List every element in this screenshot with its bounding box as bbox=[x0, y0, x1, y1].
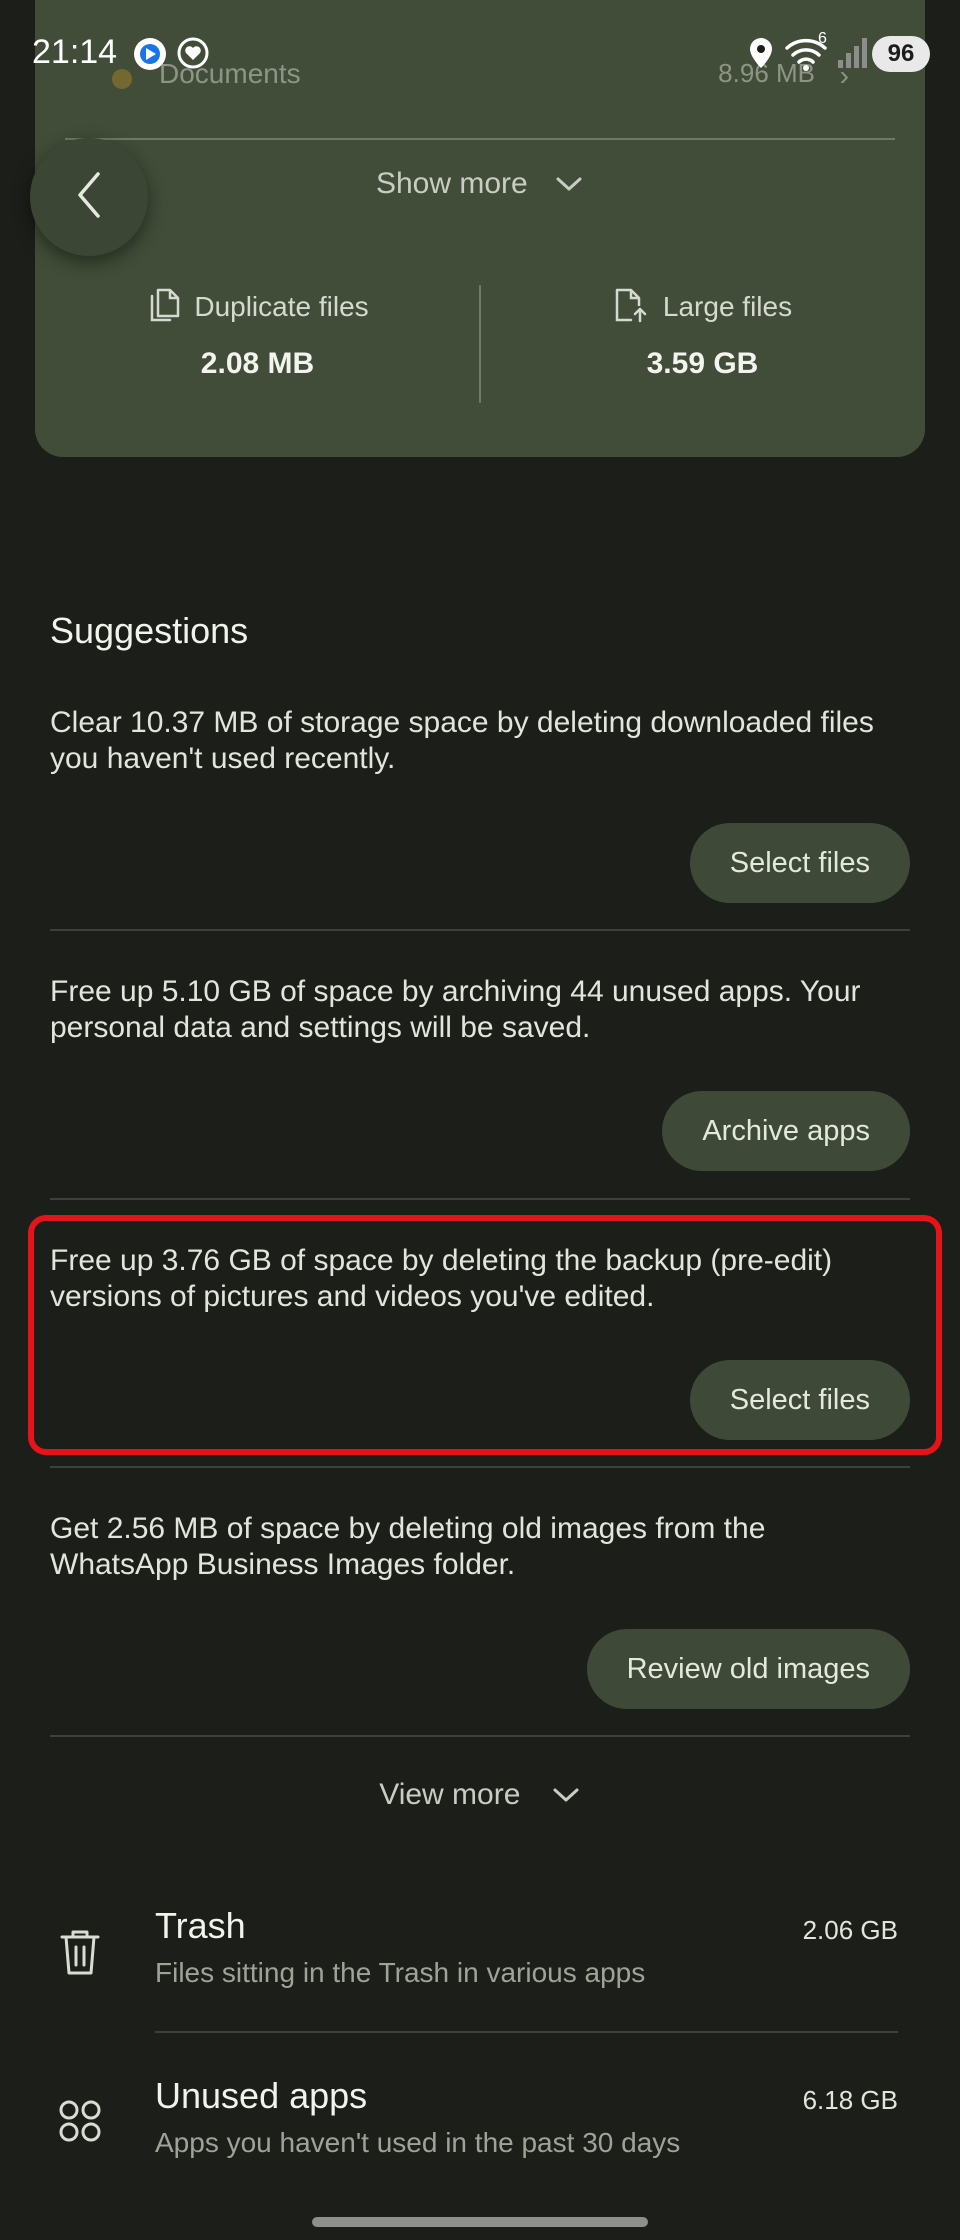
file-stats: Duplicate files 2.08 MB Large files 3.59… bbox=[35, 285, 925, 405]
trash-title: Trash bbox=[155, 1905, 246, 1946]
trash-icon bbox=[56, 1927, 104, 1975]
large-files-label: Large files bbox=[662, 291, 793, 322]
suggestions-title: Suggestions bbox=[50, 610, 249, 651]
show-more-button[interactable]: Show more bbox=[35, 167, 925, 202]
show-more-label: Show more bbox=[375, 167, 528, 200]
duplicate-files-icon bbox=[146, 286, 180, 329]
battery-indicator: 96 bbox=[872, 36, 930, 72]
duplicate-files-label: Duplicate files bbox=[194, 291, 369, 322]
duplicate-files-stat[interactable]: Duplicate files 2.08 MB bbox=[35, 285, 480, 405]
divider bbox=[50, 1466, 910, 1468]
large-files-stat[interactable]: Large files 3.59 GB bbox=[480, 285, 925, 405]
suggestion-text: Free up 5.10 GB of space by archiving 44… bbox=[50, 975, 861, 1044]
review-old-images-button[interactable]: Review old images bbox=[586, 1629, 910, 1709]
trash-row[interactable]: Trash Files sitting in the Trash in vari… bbox=[0, 1905, 960, 2035]
chevron-left-icon bbox=[74, 170, 104, 225]
home-indicator[interactable] bbox=[312, 2217, 648, 2227]
view-more-button[interactable]: View more bbox=[0, 1778, 960, 1813]
unused-apps-size: 6.18 GB bbox=[802, 2085, 898, 2115]
archive-apps-button[interactable]: Archive apps bbox=[662, 1091, 910, 1171]
divider bbox=[155, 2031, 898, 2033]
large-files-size: 3.59 GB bbox=[646, 347, 759, 380]
apps-icon bbox=[56, 2097, 104, 2145]
divider bbox=[50, 1735, 910, 1737]
status-time: 21:14 bbox=[32, 33, 118, 71]
location-icon bbox=[748, 36, 774, 75]
signal-icon bbox=[836, 36, 868, 75]
select-files-button[interactable]: Select files bbox=[689, 823, 910, 903]
divider bbox=[50, 929, 910, 931]
highlight-box bbox=[28, 1215, 942, 1455]
suggestion-downloaded-files: Clear 10.37 MB of storage space by delet… bbox=[50, 705, 910, 905]
app-notification-icon bbox=[132, 36, 168, 77]
storage-management-screen: Documents 8.96 MB › Show more Duplicate … bbox=[0, 0, 960, 2240]
large-files-icon bbox=[613, 286, 649, 329]
suggestion-text: Get 2.56 MB of space by deleting old ima… bbox=[50, 1512, 766, 1581]
suggestion-archive-apps: Free up 5.10 GB of space by archiving 44… bbox=[50, 974, 910, 1174]
heart-notification-icon bbox=[176, 36, 210, 75]
unused-apps-row[interactable]: Unused apps Apps you haven't used in the… bbox=[0, 2075, 960, 2205]
view-more-label: View more bbox=[379, 1778, 521, 1811]
suggestion-text: Clear 10.37 MB of storage space by delet… bbox=[50, 706, 874, 775]
duplicate-files-size: 2.08 MB bbox=[200, 347, 315, 380]
chevron-down-icon bbox=[554, 168, 584, 202]
suggestion-old-images: Get 2.56 MB of space by deleting old ima… bbox=[50, 1511, 910, 1711]
card-divider bbox=[65, 138, 895, 140]
trash-subtitle: Files sitting in the Trash in various ap… bbox=[155, 1957, 646, 1988]
chevron-down-icon bbox=[551, 1779, 581, 1813]
status-bar: 21:14 6 96 bbox=[0, 0, 960, 100]
back-button[interactable] bbox=[30, 138, 148, 256]
unused-apps-title: Unused apps bbox=[155, 2075, 368, 2116]
divider bbox=[50, 1198, 910, 1200]
network-type-label: 6 bbox=[818, 30, 827, 47]
trash-size: 2.06 GB bbox=[802, 1915, 898, 1945]
unused-apps-subtitle: Apps you haven't used in the past 30 day… bbox=[155, 2127, 681, 2158]
